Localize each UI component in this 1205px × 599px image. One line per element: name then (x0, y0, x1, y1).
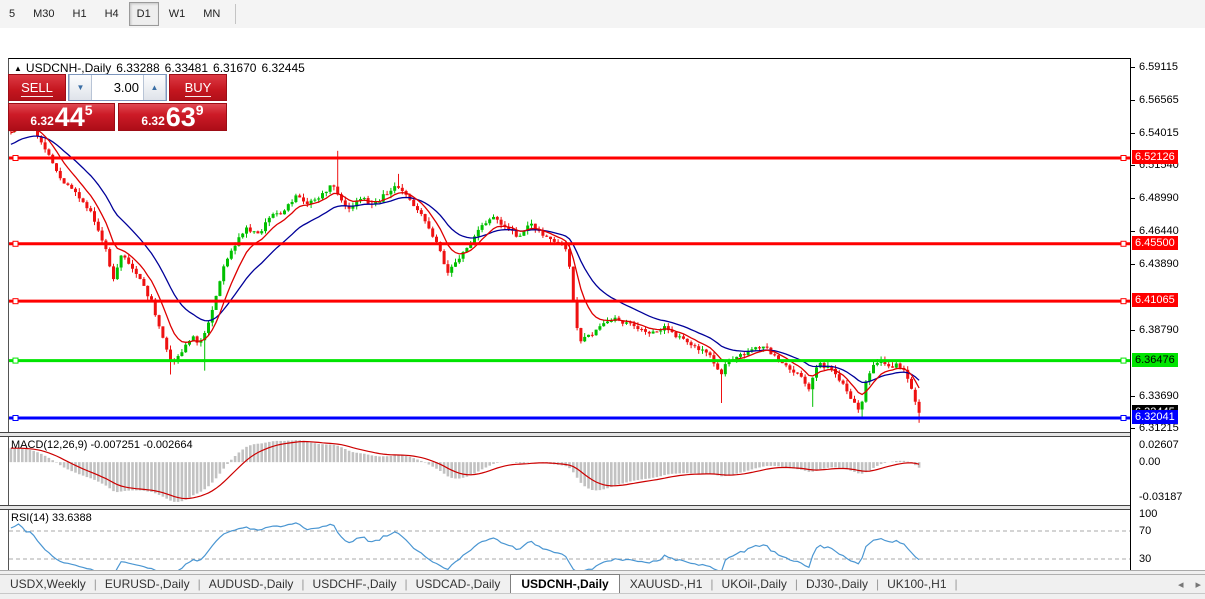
tab-eurusd-daily[interactable]: EURUSD-,Daily (95, 575, 200, 593)
volume-increase-button[interactable]: ▲ (143, 75, 166, 100)
sell-price-prefix: 6.32 (30, 114, 54, 128)
timeframe-m30[interactable]: M30 (25, 2, 62, 26)
buy-price-prefix: 6.32 (141, 114, 165, 128)
open-value: 6.33288 (116, 61, 160, 75)
one-click-trading-panel: SELL ▼ 3.00 ▲ BUY 6.32 44 5 6.32 63 9 (8, 74, 227, 131)
chart-tabs-bar: USDX,Weekly | EURUSD-,Daily | AUDUSD-,Daily |… (0, 573, 1205, 594)
tab-uk100-h1[interactable]: UK100-,H1 (877, 575, 956, 593)
rsi-axis-100: 100 (1139, 508, 1158, 520)
buy-price-big: 63 (165, 102, 196, 132)
timeframe-mn[interactable]: MN (195, 2, 228, 26)
rsi-axis-70: 70 (1139, 525, 1152, 537)
buy-button-label: BUY (184, 80, 212, 97)
chart-window: ▲ USDCNH-,Daily 6.33288 6.33481 6.31670 6.324… (0, 28, 1205, 599)
volume-decrease-button[interactable]: ▼ (69, 75, 92, 100)
tab-usdx-weekly[interactable]: USDX,Weekly (0, 575, 96, 593)
level-price-label: 6.41065 (1132, 293, 1178, 308)
timeframe-5[interactable]: 5 (1, 2, 23, 26)
macd-axis-max: 0.02607 (1139, 439, 1179, 451)
tab-scroll-arrows: ◂ ▸ (1166, 578, 1201, 591)
price-tick-label: 6.33690 (1139, 389, 1179, 402)
volume-input[interactable]: 3.00 (92, 75, 143, 100)
buy-button[interactable]: BUY (169, 74, 227, 101)
sell-button-label: SELL (21, 80, 53, 97)
price-tick-mark (1131, 164, 1135, 166)
high-value: 6.33481 (164, 61, 209, 75)
toolbar-separator (235, 4, 237, 24)
price-tick-label: 6.56565 (1139, 93, 1179, 106)
status-strip (0, 593, 1205, 599)
tab-scroll-left-icon[interactable]: ◂ (1178, 579, 1184, 591)
rsi-axis-30: 30 (1139, 553, 1152, 565)
price-axis[interactable]: 6.59115 6.56565 6.54015 6.51540 6.48990 6.464… (1130, 58, 1205, 582)
price-tick-mark (1131, 99, 1135, 101)
sell-price-sup: 5 (84, 102, 93, 118)
level-price-label: 6.36476 (1132, 352, 1178, 367)
symbol-period-label: USDCNH-,Daily (25, 61, 112, 75)
price-tick-label: 6.43890 (1139, 257, 1179, 270)
price-tick-mark (1131, 427, 1135, 429)
price-tick-mark (1131, 329, 1135, 331)
level-price-label: 6.32041 (1132, 410, 1178, 424)
chart-title: ▲ USDCNH-,Daily 6.33288 6.33481 6.31670 6.324… (14, 61, 310, 75)
close-value: 6.32445 (261, 61, 305, 75)
tab-scroll-right-icon[interactable]: ▸ (1195, 579, 1201, 591)
price-tick-mark (1131, 66, 1135, 68)
price-tick-label: 6.59115 (1139, 60, 1178, 73)
timeframe-h1[interactable]: H1 (65, 2, 95, 26)
timeframe-w1[interactable]: W1 (161, 2, 194, 26)
tab-audusd-daily[interactable]: AUDUSD-,Daily (199, 575, 304, 593)
timeframe-toolbar: 5 M30 H1 H4 D1 W1 MN (0, 0, 1205, 29)
mt4-window: 5 M30 H1 H4 D1 W1 MN ▲ USDCNH-,Daily 6.33288 6.33… (0, 0, 1205, 599)
tab-usdchf-daily[interactable]: USDCHF-,Daily (303, 575, 407, 593)
volume-spinner: ▼ 3.00 ▲ (68, 74, 167, 101)
sell-price-big: 44 (54, 102, 85, 132)
price-tick-mark (1131, 132, 1135, 134)
price-tick-label: 6.48990 (1139, 191, 1179, 204)
timeframe-h4[interactable]: H4 (97, 2, 127, 26)
buy-price-display[interactable]: 6.32 63 9 (118, 103, 227, 131)
tab-usdcad-daily[interactable]: USDCAD-,Daily (406, 575, 511, 593)
buy-price-sup: 9 (195, 102, 204, 118)
macd-axis-zero: 0.00 (1139, 456, 1161, 469)
timeframe-d1[interactable]: D1 (128, 2, 159, 26)
sell-button[interactable]: SELL (8, 74, 66, 101)
tab-dj30-daily[interactable]: DJ30-,Daily (796, 575, 878, 593)
price-tick-label: 6.54015 (1139, 126, 1179, 139)
price-tick-mark (1131, 395, 1135, 397)
low-value: 6.31670 (213, 61, 257, 75)
level-price-label: 6.45500 (1132, 235, 1178, 250)
level-price-label: 6.52126 (1132, 150, 1178, 164)
price-tick-mark (1131, 197, 1135, 199)
macd-axis-min: -0.03187 (1139, 491, 1183, 503)
macd-label: MACD(12,26,9) -0.007251 -0.002664 (11, 439, 193, 451)
collapse-panel-icon[interactable]: ▲ (14, 64, 22, 73)
rsi-label: RSI(14) 33.6388 (11, 512, 92, 524)
tab-ukoil-daily[interactable]: UKOil-,Daily (712, 575, 797, 593)
tab-usdcnh-daily[interactable]: USDCNH-,Daily (510, 573, 620, 594)
tab-separator: | (954, 577, 958, 591)
tab-xauusd-h1[interactable]: XAUUSD-,H1 (620, 575, 713, 593)
price-tick-mark (1131, 263, 1135, 265)
price-tick-mark (1131, 230, 1135, 232)
price-tick-label: 6.38790 (1139, 323, 1179, 336)
sell-price-display[interactable]: 6.32 44 5 (8, 103, 115, 131)
